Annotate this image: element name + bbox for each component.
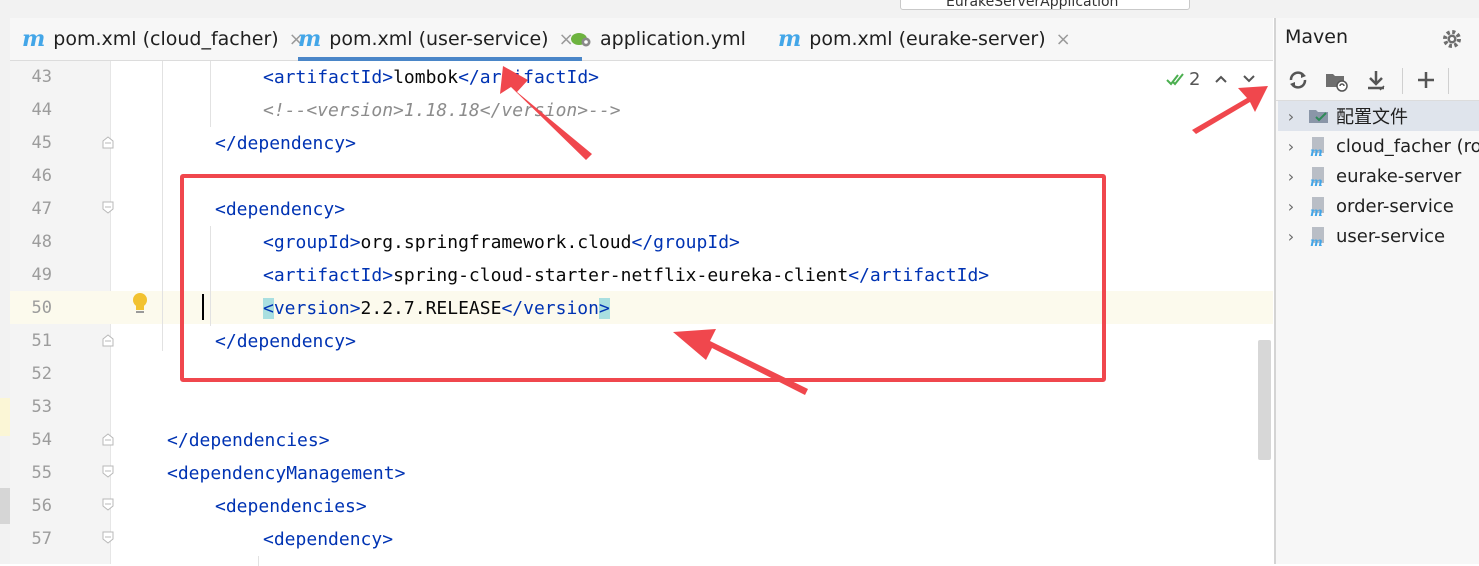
- annotation-arrow: [500, 66, 592, 160]
- annotation-arrow: [1192, 86, 1268, 134]
- annotation-arrow: [673, 329, 808, 395]
- annotation-arrows: [500, 66, 1268, 395]
